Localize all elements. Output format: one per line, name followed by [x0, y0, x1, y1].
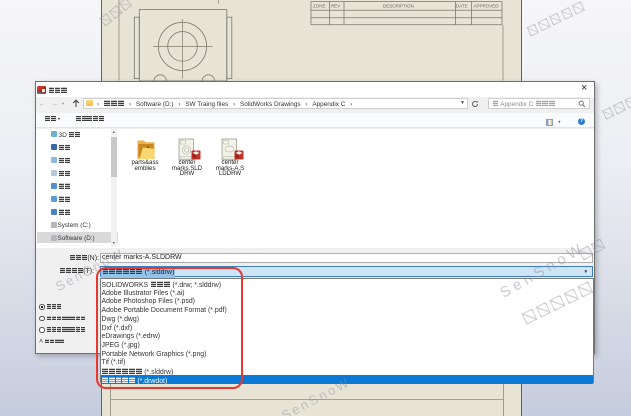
- svg-text:DATE: DATE: [456, 4, 468, 9]
- svg-text:APPROVED: APPROVED: [474, 4, 500, 9]
- svg-text:DESCRIPTION: DESCRIPTION: [383, 4, 414, 9]
- svg-text:REV: REV: [331, 4, 340, 9]
- svg-text:ZONE: ZONE: [313, 4, 326, 9]
